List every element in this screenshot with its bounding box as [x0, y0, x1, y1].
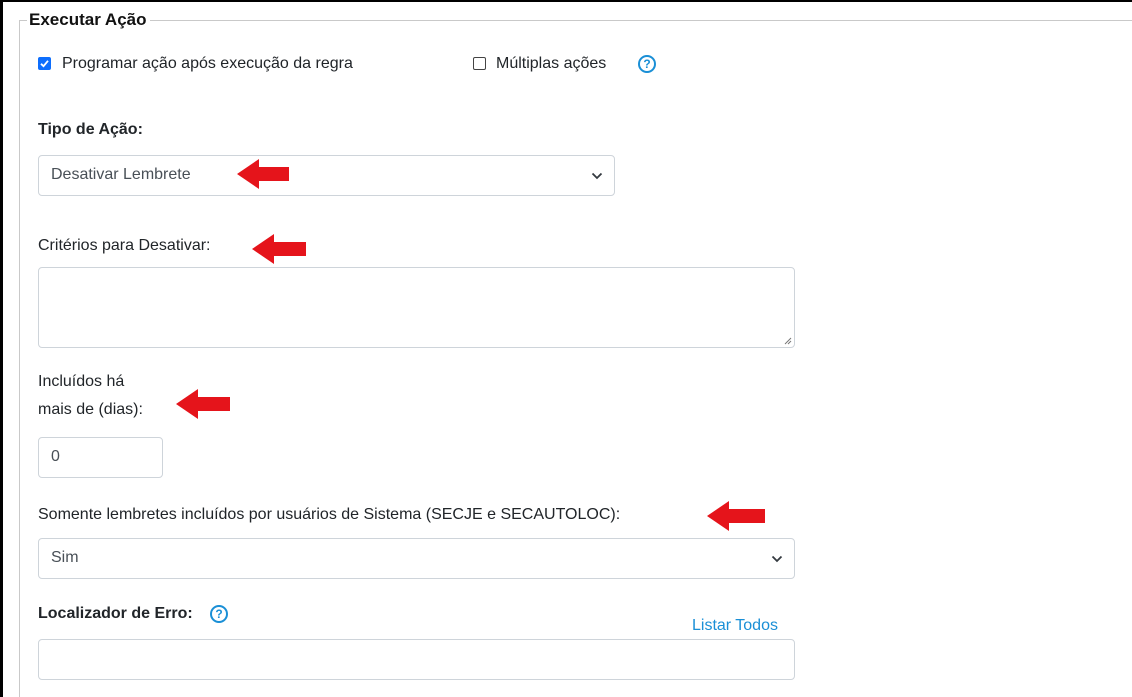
criteria-textarea[interactable] [38, 267, 795, 348]
check-icon [40, 60, 49, 68]
error-locator-input[interactable] [38, 639, 795, 680]
action-type-label: Tipo de Ação: [38, 121, 143, 138]
execute-action-legend: Executar Ação [27, 10, 151, 30]
system-users-selected: Sim [51, 549, 79, 566]
program-action-checkbox[interactable] [38, 57, 51, 70]
left-arrow-icon [252, 234, 306, 264]
resize-handle-icon[interactable] [784, 337, 792, 345]
chevron-down-icon [591, 172, 603, 180]
days-value: 0 [51, 448, 60, 465]
help-icon[interactable]: ? [210, 605, 228, 623]
screenshot-frame-left [0, 0, 3, 697]
multiple-actions-label: Múltiplas ações [496, 55, 607, 72]
chevron-down-icon [771, 555, 783, 563]
criteria-label: Critérios para Desativar: [38, 237, 211, 254]
left-arrow-icon [707, 501, 765, 531]
system-users-label: Somente lembretes incluídos por usuários… [38, 506, 621, 523]
multiple-actions-checkbox[interactable] [473, 57, 486, 70]
left-arrow-icon [176, 389, 230, 419]
error-locator-label: Localizador de Erro: [38, 605, 193, 622]
program-action-label: Programar ação após execução da regra [62, 55, 353, 72]
execute-action-fieldset [19, 20, 1132, 697]
left-arrow-icon [237, 159, 289, 189]
days-label-line1: Incluídos há [38, 373, 125, 390]
action-type-selected: Desativar Lembrete [51, 166, 191, 183]
days-label-line2: mais de (dias): [38, 401, 143, 418]
list-all-link[interactable]: Listar Todos [692, 616, 778, 636]
help-icon[interactable]: ? [638, 55, 656, 73]
action-type-select[interactable]: Desativar Lembrete [38, 155, 615, 196]
screenshot-frame-top [0, 0, 1132, 2]
days-input[interactable]: 0 [38, 437, 163, 478]
system-users-select[interactable]: Sim [38, 538, 795, 579]
